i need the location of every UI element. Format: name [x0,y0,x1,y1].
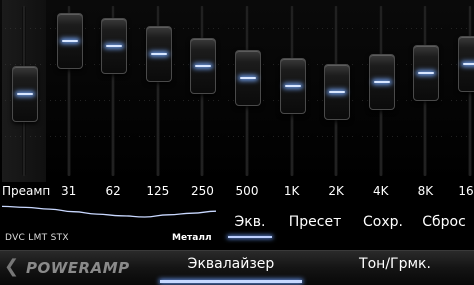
slider-knob[interactable] [279,58,306,115]
eq-toggle-button[interactable]: Экв. [228,214,272,230]
band-label: 250 [190,184,214,198]
knob-indicator [150,52,167,55]
band-slider-8k[interactable] [403,0,447,182]
eq-curve-preview [2,205,216,218]
bottom-bar: ❮ POWERAMP Эквалайзер Тон/Грмк. [0,250,474,285]
slider-knob[interactable] [190,38,217,95]
slider-knob[interactable] [413,45,440,102]
preset-source-label: DVC LMT STX [5,233,69,243]
band-label: 8K [417,184,434,198]
slider-knob[interactable] [235,50,261,107]
band-label: 2K [328,184,344,198]
band-slider-2k[interactable] [314,0,358,182]
slider-knob[interactable] [145,25,172,82]
band-label: 31 [60,184,77,198]
knob-indicator [463,63,474,66]
knob-indicator [61,39,78,42]
slider-knob[interactable] [101,17,128,74]
tab-equalizer[interactable]: Эквалайзер [158,256,304,272]
app-logo: POWERAMP [26,259,130,277]
slider-knob[interactable] [458,36,474,93]
knob-indicator [418,72,435,75]
knob-indicator [17,93,33,96]
slider-knob[interactable] [12,66,38,123]
eq-active-indicator [228,236,272,238]
band-slider-1k[interactable] [270,0,314,182]
band-slider-62[interactable] [91,0,135,182]
knob-indicator [195,65,212,68]
knob-indicator [373,80,390,83]
knob-indicator [106,44,123,47]
equalizer-panel [0,0,474,182]
band-label: 62 [105,184,121,198]
slider-knob[interactable] [368,53,395,110]
knob-indicator [329,91,346,93]
preamp-slider[interactable] [2,0,46,182]
band-slider-4k[interactable] [359,0,403,182]
band-slider-125[interactable] [136,0,180,182]
band-slider-31[interactable] [47,0,91,182]
slider-knob[interactable] [324,64,351,120]
band-label: 125 [146,184,170,198]
tab-tone[interactable]: Тон/Грмк. [340,256,450,272]
band-label: 16K [458,184,474,198]
tab-equalizer-indicator [160,280,302,283]
chevron-left-icon[interactable]: ❮ [4,258,19,276]
knob-indicator [240,77,256,80]
save-button[interactable]: Сохр. [355,214,411,230]
band-label: 4K [373,184,389,198]
band-slider-500[interactable] [225,0,269,182]
slider-knob[interactable] [56,12,83,69]
band-labels: Преамп 31621252505001K2K4K8K16K [0,182,474,200]
preset-name: Металл [172,233,212,243]
reset-button[interactable]: Сброс [418,214,470,230]
band-slider-250[interactable] [180,0,224,182]
band-label: 1K [283,184,300,198]
band-slider-16k[interactable] [448,0,474,182]
band-label: 500 [235,184,259,198]
knob-indicator [284,85,301,88]
preset-button[interactable]: Пресет [285,214,345,230]
